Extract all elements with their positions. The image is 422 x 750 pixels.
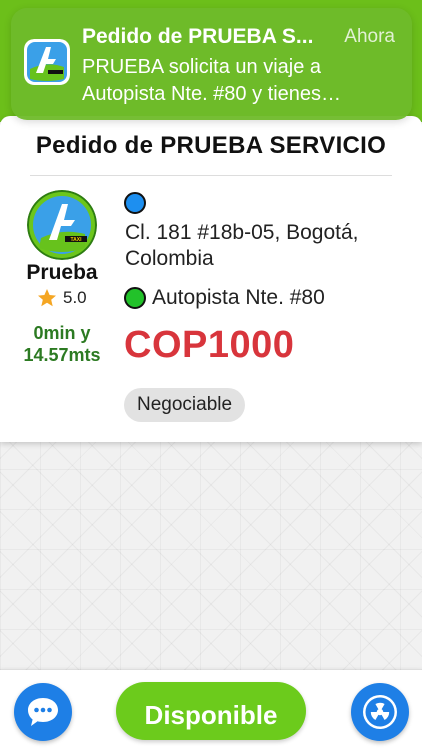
push-notification[interactable]: Pedido de PRUEBA S... Ahora PRUEBA solic…	[11, 8, 412, 120]
origin-address: Cl. 181 #18b-05, Bogotá, Colombia	[125, 221, 359, 270]
order-title: Pedido de PRUEBA SERVICIO	[35, 132, 387, 159]
eta-line-1: 0min y	[33, 323, 91, 343]
destination-row: Autopista Nte. #80	[124, 286, 325, 310]
available-label: Disponible	[144, 700, 278, 730]
order-card: Pedido de PRUEBA SERVICIO TAXI Prueba 5.…	[0, 116, 422, 442]
taxi-logo-icon: TAXI	[27, 190, 97, 260]
destination-pin-icon	[124, 287, 146, 309]
divider	[30, 175, 392, 176]
eta-distance: 0min y 14.57mts	[0, 322, 124, 366]
app-icon	[24, 39, 70, 85]
radiation-icon	[363, 695, 397, 729]
passenger-rating: 5.0	[37, 288, 87, 308]
rating-value: 5.0	[63, 288, 87, 307]
notification-time: Ahora	[344, 26, 395, 47]
negotiable-chip[interactable]: Negociable	[124, 388, 246, 422]
notification-title: Pedido de PRUEBA S...	[82, 25, 314, 48]
origin-pin-icon	[124, 192, 146, 214]
destination-address: Autopista Nte. #80	[152, 286, 325, 309]
chat-bubble-icon	[28, 698, 58, 726]
star-icon	[38, 289, 56, 307]
chat-button[interactable]	[14, 683, 72, 741]
logo-taxi-text: TAXI	[70, 237, 82, 243]
radio-button[interactable]	[351, 683, 409, 741]
trip-price: COP1000	[124, 324, 295, 366]
passenger-name: Prueba	[26, 261, 98, 284]
available-button[interactable]: Disponible	[116, 682, 306, 740]
eta-line-2: 14.57mts	[23, 345, 101, 365]
notification-body: PRUEBA solicita un viaje a Autopista Nte…	[82, 56, 342, 105]
